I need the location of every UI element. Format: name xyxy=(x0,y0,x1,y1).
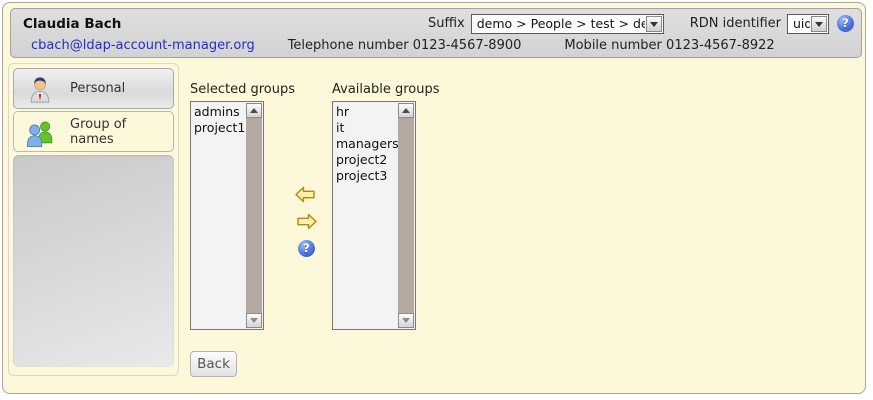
list-item[interactable]: project1 xyxy=(194,120,246,136)
account-edit-page: Claudia Bach Suffix demo > People > test… xyxy=(2,2,866,394)
selected-groups-scrollbar[interactable] xyxy=(246,103,262,328)
suffix-select-value: demo > People > test > de xyxy=(472,16,645,31)
scroll-up-button[interactable] xyxy=(398,103,414,118)
scroll-down-button[interactable] xyxy=(398,313,414,328)
rdn-select-value: uid xyxy=(788,16,810,31)
available-groups-scrollbar[interactable] xyxy=(398,103,414,328)
suffix-select[interactable]: demo > People > test > de xyxy=(471,14,664,34)
back-button[interactable]: Back xyxy=(190,351,237,377)
groups-help-icon[interactable]: ? xyxy=(298,240,315,257)
scroll-up-button[interactable] xyxy=(246,103,262,118)
group-icon xyxy=(25,117,55,147)
tab-personal-label: Personal xyxy=(70,81,125,96)
telephone-value: 0123-4567-8900 xyxy=(413,38,522,53)
triangle-down-icon xyxy=(402,318,410,327)
user-header: Claudia Bach Suffix demo > People > test… xyxy=(10,8,862,58)
triangle-down-icon xyxy=(250,318,258,327)
mobile-number: Mobile number 0123-4567-8922 xyxy=(564,38,774,53)
list-item[interactable]: project2 xyxy=(336,152,398,168)
list-item[interactable]: admins xyxy=(194,104,246,120)
chevron-down-icon xyxy=(650,22,658,31)
available-groups-listbox[interactable]: hritmanagersproject2project3 xyxy=(332,101,416,330)
tab-group-of-names[interactable]: Group of names xyxy=(13,111,174,152)
scroll-down-button[interactable] xyxy=(246,313,262,328)
header-row-bottom: cbach@ldap-account-manager.org Telephone… xyxy=(11,36,861,55)
triangle-up-icon xyxy=(250,104,258,113)
header-help-icon[interactable]: ? xyxy=(837,15,854,32)
selected-groups-listbox[interactable]: adminsproject1 xyxy=(190,101,264,330)
rdn-select-arrow-button[interactable] xyxy=(811,16,827,32)
sidebar-filler-panel xyxy=(13,155,174,367)
tab-group-of-names-label: Group of names xyxy=(70,117,173,147)
header-row-top: Claudia Bach Suffix demo > People > test… xyxy=(11,9,861,36)
list-item[interactable]: project3 xyxy=(336,168,398,184)
user-name: Claudia Bach xyxy=(23,16,121,32)
list-item[interactable]: hr xyxy=(336,104,398,120)
mobile-label: Mobile number xyxy=(564,38,662,53)
email-link[interactable]: cbach@ldap-account-manager.org xyxy=(31,38,255,53)
module-tab-sidebar: Personal Group of names xyxy=(8,63,179,376)
triangle-up-icon xyxy=(402,104,410,113)
list-item[interactable]: it xyxy=(336,120,398,136)
suffix-label: Suffix xyxy=(428,16,465,31)
rdn-identifier-label: RDN identifier xyxy=(690,16,781,31)
chevron-down-icon xyxy=(815,22,823,31)
header-controls: Suffix demo > People > test > de RDN ide… xyxy=(428,14,854,34)
telephone-number: Telephone number 0123-4567-8900 xyxy=(288,38,522,53)
tab-personal[interactable]: Personal xyxy=(13,68,174,109)
mobile-value: 0123-4567-8922 xyxy=(666,38,775,53)
available-groups-label: Available groups xyxy=(332,82,440,97)
person-icon xyxy=(25,74,55,104)
selected-groups-label: Selected groups xyxy=(190,82,295,97)
move-left-arrow-button[interactable] xyxy=(295,186,315,203)
rdn-identifier-select[interactable]: uid xyxy=(787,14,829,34)
suffix-select-arrow-button[interactable] xyxy=(646,16,662,32)
selected-groups-items: adminsproject1 xyxy=(191,102,246,329)
move-right-arrow-button[interactable] xyxy=(297,213,317,230)
available-groups-items: hritmanagersproject2project3 xyxy=(333,102,398,329)
telephone-label: Telephone number xyxy=(288,38,409,53)
list-item[interactable]: managers xyxy=(336,136,398,152)
